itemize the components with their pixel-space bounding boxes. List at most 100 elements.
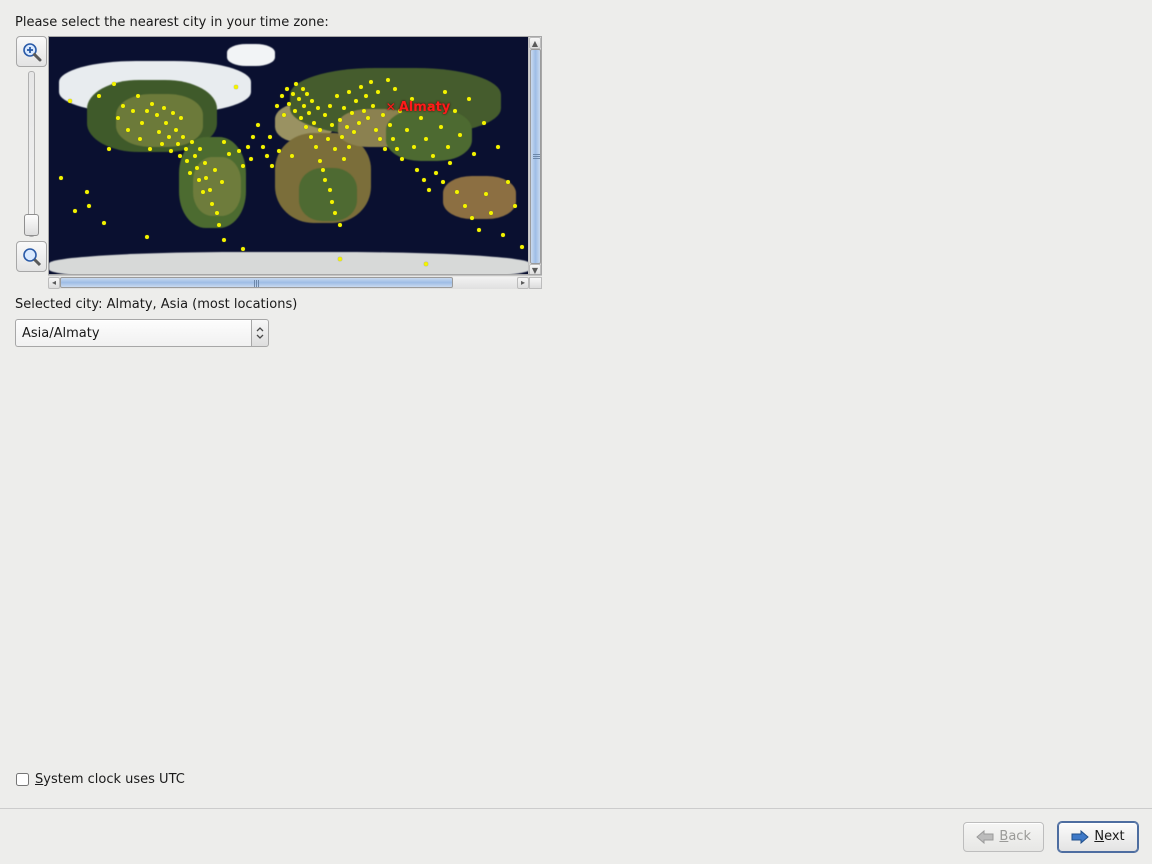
city-dot[interactable] [265,154,269,158]
city-dot[interactable] [145,235,149,239]
city-dot[interactable] [338,223,342,227]
scroll-right-icon[interactable]: ▸ [517,277,529,289]
city-dot[interactable] [299,116,303,120]
city-dot[interactable] [251,135,255,139]
city-dot[interactable] [312,121,316,125]
city-dot[interactable] [458,133,462,137]
city-dot[interactable] [268,135,272,139]
city-dot[interactable] [328,188,332,192]
city-dot[interactable] [338,118,342,122]
city-dot[interactable] [275,104,279,108]
scroll-left-icon[interactable]: ◂ [48,277,60,289]
city-dot[interactable] [391,137,395,141]
city-dot[interactable] [241,247,245,251]
city-dot[interactable] [270,164,274,168]
city-dot[interactable] [374,128,378,132]
city-dot[interactable] [400,157,404,161]
city-dot[interactable] [412,145,416,149]
city-dot[interactable] [169,149,173,153]
zoom-slider[interactable] [28,71,35,237]
city-dot[interactable] [330,200,334,204]
city-dot[interactable] [477,228,481,232]
city-dot[interactable] [513,204,517,208]
city-dot[interactable] [150,102,154,106]
city-dot[interactable] [287,102,291,106]
city-dot[interactable] [347,145,351,149]
city-dot[interactable] [496,145,500,149]
city-dot[interactable] [184,147,188,151]
city-dot[interactable] [453,109,457,113]
city-dot[interactable] [208,188,212,192]
timezone-combobox[interactable]: Asia/Almaty [15,319,269,347]
city-dot[interactable] [102,221,106,225]
city-dot[interactable] [167,135,171,139]
scroll-down-icon[interactable]: ▼ [529,264,541,275]
city-dot[interactable] [369,80,373,84]
city-dot[interactable] [470,216,474,220]
city-dot[interactable] [201,190,205,194]
city-dot[interactable] [309,135,313,139]
city-dot[interactable] [148,147,152,151]
zoom-slider-thumb[interactable] [24,214,39,236]
city-dot[interactable] [222,140,226,144]
city-dot[interactable] [237,149,241,153]
city-dot[interactable] [427,188,431,192]
city-dot[interactable] [301,87,305,91]
city-dot[interactable] [405,128,409,132]
map-horizontal-scrollbar[interactable]: ◂ ▸ [48,275,542,289]
city-dot[interactable] [297,97,301,101]
city-dot[interactable] [85,190,89,194]
city-dot[interactable] [422,178,426,182]
city-dot[interactable] [357,121,361,125]
hscroll-thumb[interactable] [60,277,453,288]
city-dot[interactable] [386,78,390,82]
city-dot[interactable] [472,152,476,156]
city-dot[interactable] [160,142,164,146]
city-dot[interactable] [328,104,332,108]
city-dot[interactable] [376,90,380,94]
city-dot[interactable] [383,147,387,151]
city-dot[interactable] [185,159,189,163]
city-dot[interactable] [249,157,253,161]
city-dot[interactable] [333,147,337,151]
city-dot[interactable] [441,180,445,184]
zoom-in-button[interactable] [16,36,47,67]
map-vertical-scrollbar[interactable]: ▲ ▼ [528,37,541,275]
city-dot[interactable] [73,209,77,213]
city-dot[interactable] [210,202,214,206]
next-button[interactable]: Next [1058,822,1138,852]
city-dot[interactable] [415,168,419,172]
city-dot[interactable] [174,128,178,132]
city-dot[interactable] [227,152,231,156]
city-dot[interactable] [179,116,183,120]
city-dot[interactable] [176,142,180,146]
city-dot[interactable] [291,92,295,96]
map-viewport[interactable]: ✕Almaty ▲ ▼ [48,36,542,275]
city-dot[interactable] [285,87,289,91]
city-dot[interactable] [290,154,294,158]
city-dot[interactable] [195,166,199,170]
city-dot[interactable] [520,245,524,249]
city-dot[interactable] [347,90,351,94]
city-dot[interactable] [314,145,318,149]
city-dot[interactable] [261,145,265,149]
city-dot[interactable] [293,109,297,113]
city-dot[interactable] [190,140,194,144]
city-dot[interactable] [340,135,344,139]
city-dot[interactable] [131,109,135,113]
vscroll-thumb[interactable] [530,49,541,264]
city-dot[interactable] [448,161,452,165]
city-dot[interactable] [338,257,342,261]
scroll-up-icon[interactable]: ▲ [529,37,541,49]
city-dot[interactable] [482,121,486,125]
city-dot[interactable] [446,145,450,149]
city-dot[interactable] [434,171,438,175]
city-dot[interactable] [87,204,91,208]
city-dot[interactable] [171,111,175,115]
city-dot[interactable] [424,262,428,266]
city-dot[interactable] [350,111,354,115]
zoom-out-button[interactable] [16,241,47,272]
city-dot[interactable] [126,128,130,132]
city-dot[interactable] [246,145,250,149]
city-dot[interactable] [256,123,260,127]
